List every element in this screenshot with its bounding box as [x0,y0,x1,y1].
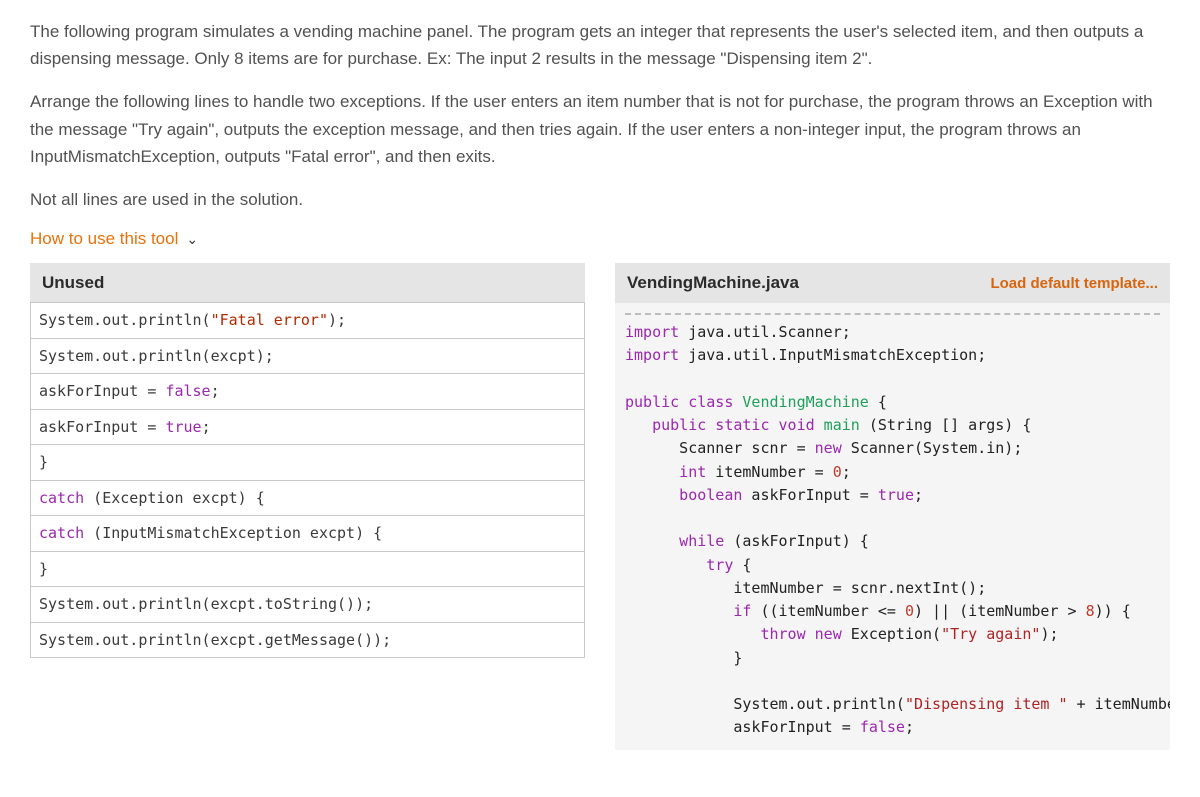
unused-item[interactable]: askForInput = false; [30,373,585,410]
drop-target-divider [625,313,1160,315]
problem-paragraph-3: Not all lines are used in the solution. [30,186,1170,213]
unused-item[interactable]: askForInput = true; [30,409,585,446]
unused-item[interactable]: catch (Exception excpt) { [30,480,585,517]
unused-header: Unused [30,263,585,303]
unused-item[interactable]: catch (InputMismatchException excpt) { [30,515,585,552]
unused-item[interactable]: System.out.println(excpt.getMessage()); [30,622,585,659]
unused-item[interactable]: System.out.println("Fatal error"); [30,302,585,339]
editor-header: VendingMachine.java Load default templat… [615,263,1170,303]
unused-item[interactable]: System.out.println(excpt); [30,338,585,375]
chevron-down-icon: ⌄ [186,231,198,248]
unused-panel: Unused System.out.println("Fatal error")… [30,263,585,750]
load-default-template-link[interactable]: Load default template... [990,275,1158,292]
code-editor[interactable]: import java.util.Scanner; import java.ut… [615,303,1170,750]
code-content: import java.util.Scanner; import java.ut… [615,321,1170,740]
editor-panel: VendingMachine.java Load default templat… [615,263,1170,750]
unused-item[interactable]: } [30,551,585,588]
unused-header-label: Unused [42,273,104,293]
editor-filename: VendingMachine.java [627,273,799,293]
how-to-use-label: How to use this tool [30,229,178,249]
unused-list: System.out.println("Fatal error"); Syste… [30,302,585,658]
problem-paragraph-2: Arrange the following lines to handle tw… [30,88,1170,170]
problem-paragraph-1: The following program simulates a vendin… [30,18,1170,72]
how-to-use-toggle[interactable]: How to use this tool ⌄ [30,229,198,249]
unused-item[interactable]: System.out.println(excpt.toString()); [30,586,585,623]
unused-item[interactable]: } [30,444,585,481]
